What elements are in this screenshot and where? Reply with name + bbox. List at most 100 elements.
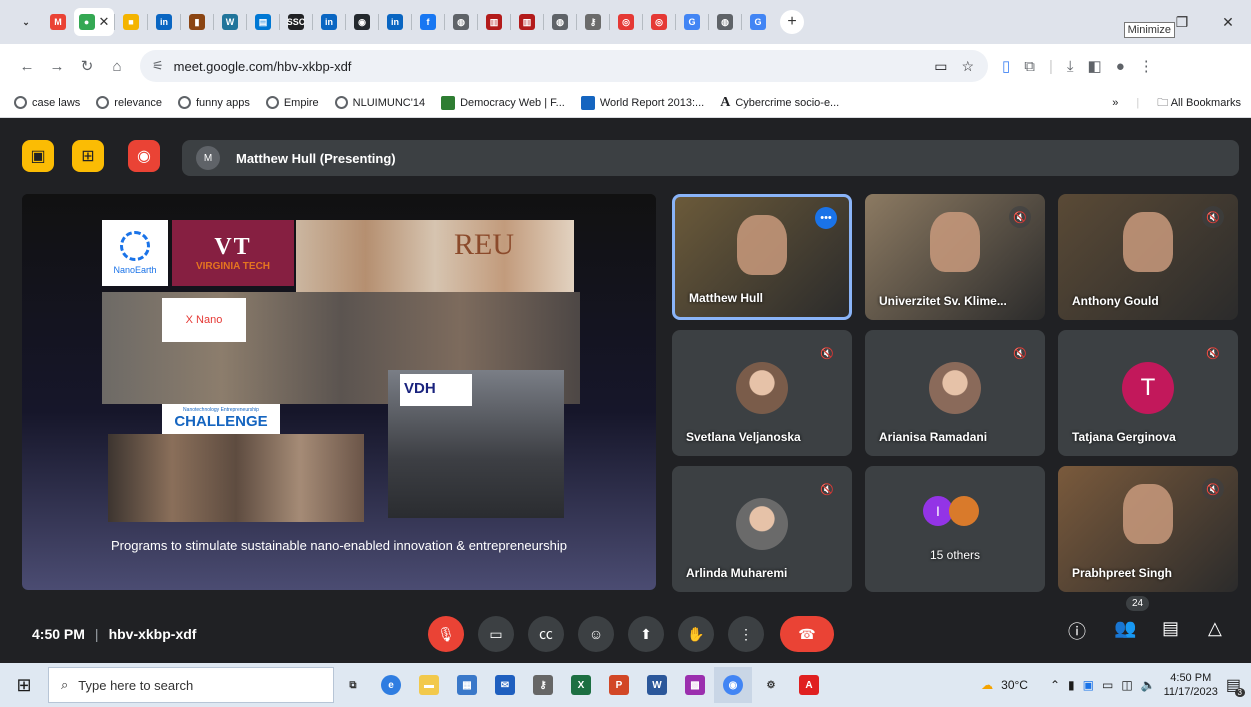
recording-icon[interactable]: ◉ — [128, 140, 160, 172]
tab-meet[interactable]: ● ✕ — [74, 8, 114, 36]
leave-call-button[interactable]: ☎ — [780, 616, 834, 652]
address-bar[interactable]: ⚟ meet.google.com/hbv-xkbp-xdf ▭ ☆ — [140, 50, 988, 82]
participant-tile[interactable]: T 🔇 Tatjana Gerginova — [1058, 330, 1238, 456]
tab-wordpress[interactable]: W — [214, 8, 246, 36]
breakout-icon[interactable]: ⊞ — [72, 140, 104, 172]
edge-icon[interactable]: e — [372, 667, 410, 703]
participant-tile[interactable]: 🔇 Anthony Gould — [1058, 194, 1238, 320]
tab-globe[interactable]: ◍ — [445, 8, 477, 36]
activities-icon[interactable]: ▣ — [22, 140, 54, 172]
tab-gmail[interactable]: M — [42, 8, 74, 36]
weather-temp[interactable]: 30°C — [1001, 678, 1028, 692]
participant-tile[interactable]: 🔇 Arianisa Ramadani — [865, 330, 1045, 456]
task-view-icon[interactable]: ⧉ — [334, 667, 372, 703]
participant-tile[interactable]: I 15 others — [865, 466, 1045, 592]
bookmark-item[interactable]: case laws — [14, 96, 80, 109]
tab-linkedin[interactable]: in — [379, 8, 411, 36]
home-icon[interactable]: ⌂ — [102, 58, 132, 75]
camera-button[interactable]: ▭ — [478, 616, 514, 652]
reload-icon[interactable]: ↻ — [72, 57, 102, 75]
excel-icon[interactable]: X — [562, 667, 600, 703]
network-icon[interactable]: ◫ — [1121, 678, 1132, 692]
bookmark-item[interactable]: relevance — [96, 96, 162, 109]
more-bookmarks-button[interactable]: » — [1112, 97, 1118, 109]
extension-doc-icon[interactable]: ▯ — [1002, 57, 1010, 75]
tab-linkedin[interactable]: in — [313, 8, 345, 36]
file-explorer-icon[interactable]: ▬ — [410, 667, 448, 703]
tab-docs[interactable]: ■ — [115, 8, 147, 36]
tray-app-icon[interactable]: ▮ — [1068, 678, 1075, 692]
bookmark-item[interactable]: A Cybercrime socio-e... — [720, 95, 839, 111]
tab-globe[interactable]: ◍ — [709, 8, 741, 36]
meet-tray-icon[interactable]: ▣ — [1083, 678, 1094, 692]
store-icon[interactable]: ▦ — [448, 667, 486, 703]
download-icon[interactable]: ⤓ — [1067, 58, 1074, 75]
close-tab-icon[interactable]: ✕ — [99, 14, 110, 30]
tab-facebook[interactable]: f — [412, 8, 444, 36]
more-options-button[interactable]: ⋮ — [728, 616, 764, 652]
tab-library[interactable]: ▥ — [478, 8, 510, 36]
activities-shapes-icon[interactable]: △ — [1208, 618, 1222, 639]
tab-target[interactable]: ◎ — [643, 8, 675, 36]
cast-icon[interactable]: ▭ — [934, 58, 947, 75]
bookmark-item[interactable]: NLUIMUNC'14 — [334, 96, 425, 109]
bookmark-item[interactable]: Empire — [265, 96, 319, 109]
battery-icon[interactable]: ▭ — [1102, 678, 1113, 692]
participant-tile[interactable]: 🔇 Univerzitet Sv. Klime... — [865, 194, 1045, 320]
tab-globe[interactable]: ◍ — [544, 8, 576, 36]
star-icon[interactable]: ☆ — [961, 58, 974, 75]
all-bookmarks-button[interactable]: 🗀 All Bookmarks — [1157, 94, 1241, 113]
participant-tile[interactable]: 🔇 Prabhpreet Singh — [1058, 466, 1238, 592]
raise-hand-button[interactable]: ✋ — [678, 616, 714, 652]
captions-button[interactable]: ㏄ — [528, 616, 564, 652]
emoji-button[interactable]: ☺ — [578, 616, 614, 652]
bookmark-item[interactable]: World Report 2013:... — [580, 95, 704, 110]
present-button[interactable]: ⬆ — [628, 616, 664, 652]
tab-linkedin[interactable]: in — [148, 8, 180, 36]
tab-bookmark[interactable]: ▮ — [181, 8, 213, 36]
word-icon[interactable]: W — [638, 667, 676, 703]
mail-icon[interactable]: ✉ — [486, 667, 524, 703]
tab-github[interactable]: ◉ — [346, 8, 378, 36]
close-icon[interactable]: ✕ — [1205, 14, 1251, 31]
tab-google[interactable]: G — [676, 8, 708, 36]
clock[interactable]: 4:50 PM 11/17/2023 — [1164, 671, 1218, 699]
mic-off-button[interactable]: 🎙 — [428, 616, 464, 652]
people-icon[interactable]: 👥 — [1114, 618, 1136, 639]
forward-icon[interactable]: → — [42, 58, 72, 75]
linkedin-icon: in — [387, 14, 403, 30]
tab-library[interactable]: ▥ — [511, 8, 543, 36]
chevron-up-icon[interactable]: ⌃ — [1050, 678, 1060, 692]
extensions-icon[interactable]: ⧉ — [1024, 58, 1035, 75]
info-icon[interactable]: ⓘ — [1068, 618, 1086, 644]
bookmark-item[interactable]: Democracy Web | F... — [441, 95, 565, 110]
volume-icon[interactable]: 🔈 — [1141, 678, 1156, 692]
new-tab-button[interactable]: + — [780, 10, 804, 34]
participant-tile[interactable]: 🔇 Svetlana Veljanoska — [672, 330, 852, 456]
tab-ssc[interactable]: SSC — [280, 8, 312, 36]
settings-icon[interactable]: ⚙ — [752, 667, 790, 703]
tab-target[interactable]: ◎ — [610, 8, 642, 36]
back-icon[interactable]: ← — [12, 58, 42, 75]
site-info-icon[interactable]: ⚟ — [152, 58, 164, 74]
tab-key[interactable]: ⚷ — [577, 8, 609, 36]
participant-tile[interactable]: 🔇 Arlinda Muharemi — [672, 466, 852, 592]
side-panel-icon[interactable]: ◧ — [1088, 57, 1102, 75]
participant-tile[interactable]: ••• Matthew Hull — [672, 194, 852, 320]
chat-icon[interactable]: ▤ — [1162, 618, 1179, 639]
menu-icon[interactable]: ⋮ — [1139, 57, 1154, 75]
acrobat-icon[interactable]: A — [790, 667, 828, 703]
photos-icon[interactable]: ▩ — [676, 667, 714, 703]
tab-google[interactable]: G — [742, 8, 774, 36]
tab-chevron-down[interactable]: ⌄ — [10, 8, 42, 36]
chrome-icon[interactable]: ◉ — [714, 667, 752, 703]
more-options-icon[interactable]: ••• — [815, 207, 837, 229]
windows-start-icon[interactable]: ⊞ — [0, 663, 48, 707]
taskbar-search[interactable]: ⌕ Type here to search — [48, 667, 334, 703]
tab-outlook[interactable]: ▤ — [247, 8, 279, 36]
bookmark-item[interactable]: funny apps — [178, 96, 250, 109]
profile-icon[interactable]: ● — [1116, 58, 1125, 75]
powerpoint-icon[interactable]: P — [600, 667, 638, 703]
notification-icon[interactable]: ▤ 3 — [1226, 675, 1245, 697]
key-app-icon[interactable]: ⚷ — [524, 667, 562, 703]
